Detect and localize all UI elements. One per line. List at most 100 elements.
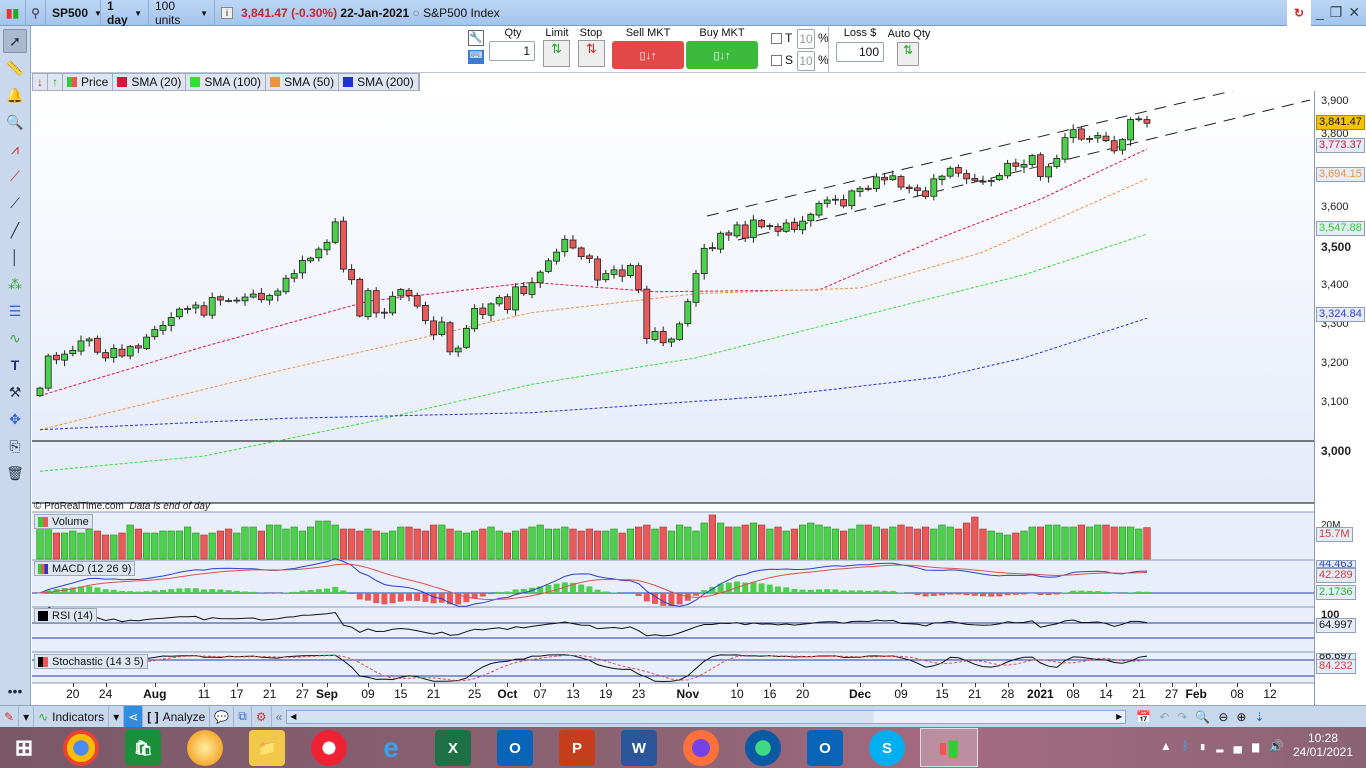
legend-sma20[interactable]: SMA (20) xyxy=(113,74,187,90)
wave-icon[interactable]: ∿ xyxy=(3,326,27,350)
outlook-icon[interactable]: O xyxy=(497,730,533,766)
camera-app-icon[interactable] xyxy=(311,730,347,766)
buy-icon[interactable]: ↑ xyxy=(48,74,63,90)
calendar-icon[interactable]: 📅 xyxy=(1132,706,1155,728)
stop-order-button[interactable]: ⇅ xyxy=(578,40,605,67)
price-chart[interactable] xyxy=(32,91,1314,705)
pattern-icon[interactable]: ⁂ xyxy=(3,272,27,296)
zoom-out-icon[interactable]: ⊖ xyxy=(1214,706,1232,728)
horizontal-scrollbar[interactable]: ◀ ▶ xyxy=(286,709,1127,724)
sell-icon[interactable]: ↓ xyxy=(33,74,48,90)
tray-expand-icon[interactable]: ▲ xyxy=(1160,739,1182,753)
excel-icon[interactable]: X xyxy=(435,730,471,766)
macd-panel-label[interactable]: MACD (12 26 9) xyxy=(34,561,136,576)
units-select[interactable]: 100 units ▼ xyxy=(149,0,215,27)
draw-dropdown[interactable]: ▾ xyxy=(19,705,35,728)
vertical-line-icon[interactable]: │ xyxy=(3,245,27,269)
store-icon[interactable]: 🛍 xyxy=(125,730,161,766)
comment-icon[interactable]: 💬 xyxy=(210,705,235,728)
horizontal-lines-icon[interactable]: ☰ xyxy=(3,299,27,323)
macd-histogram-bar xyxy=(102,589,109,593)
copy-icon[interactable]: ⎘ xyxy=(3,434,27,458)
segment-icon[interactable]: ⟋ xyxy=(3,191,27,215)
scroll-right-icon[interactable]: ▶ xyxy=(1116,712,1122,721)
chrome-icon[interactable] xyxy=(63,730,99,766)
close-icon[interactable]: ✕ xyxy=(1348,4,1366,20)
tools-icon[interactable]: ⚒ xyxy=(3,380,27,404)
text-icon[interactable]: T xyxy=(3,353,27,377)
more-icon[interactable]: ••• xyxy=(3,679,27,703)
word-icon[interactable]: W xyxy=(621,730,657,766)
prorealtime-taskbar-icon[interactable]: ▮ ▮ xyxy=(920,728,978,767)
restore-icon[interactable]: ❐ xyxy=(1330,4,1349,20)
legend-sma50[interactable]: SMA (50) xyxy=(266,74,340,90)
move-icon[interactable]: ✥ xyxy=(3,407,27,431)
skype-icon[interactable]: S xyxy=(869,730,905,766)
candle-down xyxy=(356,278,364,317)
line-icon[interactable]: ╱ xyxy=(3,218,27,242)
loss-input[interactable]: 100 xyxy=(836,42,884,62)
indicators-dropdown[interactable]: ▾ xyxy=(109,705,125,728)
stoch-panel-label[interactable]: Stochastic (14 3 5) xyxy=(34,654,148,669)
undo-icon[interactable]: ↶ xyxy=(1155,706,1173,728)
date-axis[interactable]: 20 24 Aug 11 17 21 27 Sep 09 15 21 25 Oct 07 13 19 23 Nov… xyxy=(32,683,1314,705)
pointer-icon[interactable]: ➚ xyxy=(3,29,27,53)
keyboard-icon[interactable]: ⌨ xyxy=(468,50,484,64)
settings-icon[interactable]: ⚙ xyxy=(252,705,272,728)
analyze-button[interactable]: [ ] Analyze xyxy=(143,705,211,728)
firefox-icon[interactable] xyxy=(683,730,719,766)
trailing-checkbox[interactable] xyxy=(771,33,782,44)
edge-icon[interactable] xyxy=(745,730,781,766)
indicators-button[interactable]: ∿ Indicators xyxy=(34,705,110,728)
refresh-icon[interactable]: ↻ xyxy=(1287,0,1311,26)
draw-icon[interactable]: ✎ xyxy=(0,705,20,728)
media-icon[interactable] xyxy=(187,730,223,766)
buy-mkt-button[interactable]: ▯↓↑ xyxy=(686,41,758,69)
signal-icon[interactable]: ▂▄▆ xyxy=(1216,739,1269,753)
wrench-icon[interactable]: 🔧 xyxy=(468,30,484,46)
candlestick-icon[interactable]: ▮ ▮ xyxy=(0,0,26,26)
file-explorer-icon[interactable]: 📁 xyxy=(249,730,285,766)
bluetooth-icon[interactable]: ᛒ xyxy=(1182,739,1199,753)
legend-sma100[interactable]: SMA (100) xyxy=(186,74,267,90)
info-icon[interactable]: i xyxy=(221,7,233,19)
share-icon[interactable]: ⋖ xyxy=(124,705,144,728)
clock[interactable]: 10:28 24/01/2021 xyxy=(1288,731,1358,759)
alert-bell-icon[interactable]: 🔔 xyxy=(3,83,27,107)
link-icon[interactable]: ⚲ xyxy=(26,0,46,26)
instrument-select[interactable]: SP500 ▼ xyxy=(46,0,102,26)
start-button[interactable]: ⊞ xyxy=(6,730,42,766)
zoom-in-icon[interactable]: ⊕ xyxy=(1232,706,1250,728)
volume-panel-label[interactable]: Volume xyxy=(34,514,93,529)
outlook-2-icon[interactable]: O xyxy=(807,730,843,766)
qty-input[interactable]: 1 xyxy=(489,41,535,61)
internet-explorer-icon[interactable]: e xyxy=(373,730,409,766)
volume-bar xyxy=(315,520,323,560)
trend-channel-icon[interactable]: ⟋ xyxy=(3,164,27,188)
limit-order-button[interactable]: ⇅ xyxy=(543,40,570,67)
collapse-icon[interactable]: « xyxy=(272,706,287,728)
t-percent-input[interactable]: 10 xyxy=(797,29,815,49)
fibonacci-icon[interactable]: ⩘ xyxy=(3,137,27,161)
timeframe-select[interactable]: 1 day ▼ xyxy=(101,0,149,27)
zoom-icon[interactable]: 🔍 xyxy=(3,110,27,134)
s-percent-input[interactable]: 10 xyxy=(797,51,815,71)
redo-icon[interactable]: ↷ xyxy=(1173,706,1191,728)
scroll-left-icon[interactable]: ◀ xyxy=(290,712,296,721)
sell-mkt-button[interactable]: ▯↓↑ xyxy=(612,41,684,69)
battery-icon[interactable]: ▮ xyxy=(1199,739,1216,753)
zoom-fit-icon[interactable]: 🔍 xyxy=(1191,706,1214,728)
powerpoint-icon[interactable]: P xyxy=(559,730,595,766)
rsi-panel-label[interactable]: RSI (14) xyxy=(34,608,97,623)
auto-qty-button[interactable]: ⇅ xyxy=(897,42,919,66)
trash-icon[interactable]: 🗑 xyxy=(3,461,27,485)
ruler-icon[interactable]: 📏 xyxy=(3,56,27,80)
scroll-end-icon[interactable]: ⇣ xyxy=(1250,706,1268,728)
minimize-icon[interactable]: _ xyxy=(1316,4,1330,20)
date-label: 13 xyxy=(566,687,580,701)
legend-sma200[interactable]: SMA (200) xyxy=(339,74,419,90)
windows-icon[interactable]: ⧉ xyxy=(234,705,252,728)
price-axis[interactable]: 3,900 3,800 3,600 3,500 3,400 3,300 3,20… xyxy=(1314,91,1366,705)
stop-checkbox[interactable] xyxy=(771,55,782,66)
legend-price[interactable]: Price xyxy=(63,74,114,90)
